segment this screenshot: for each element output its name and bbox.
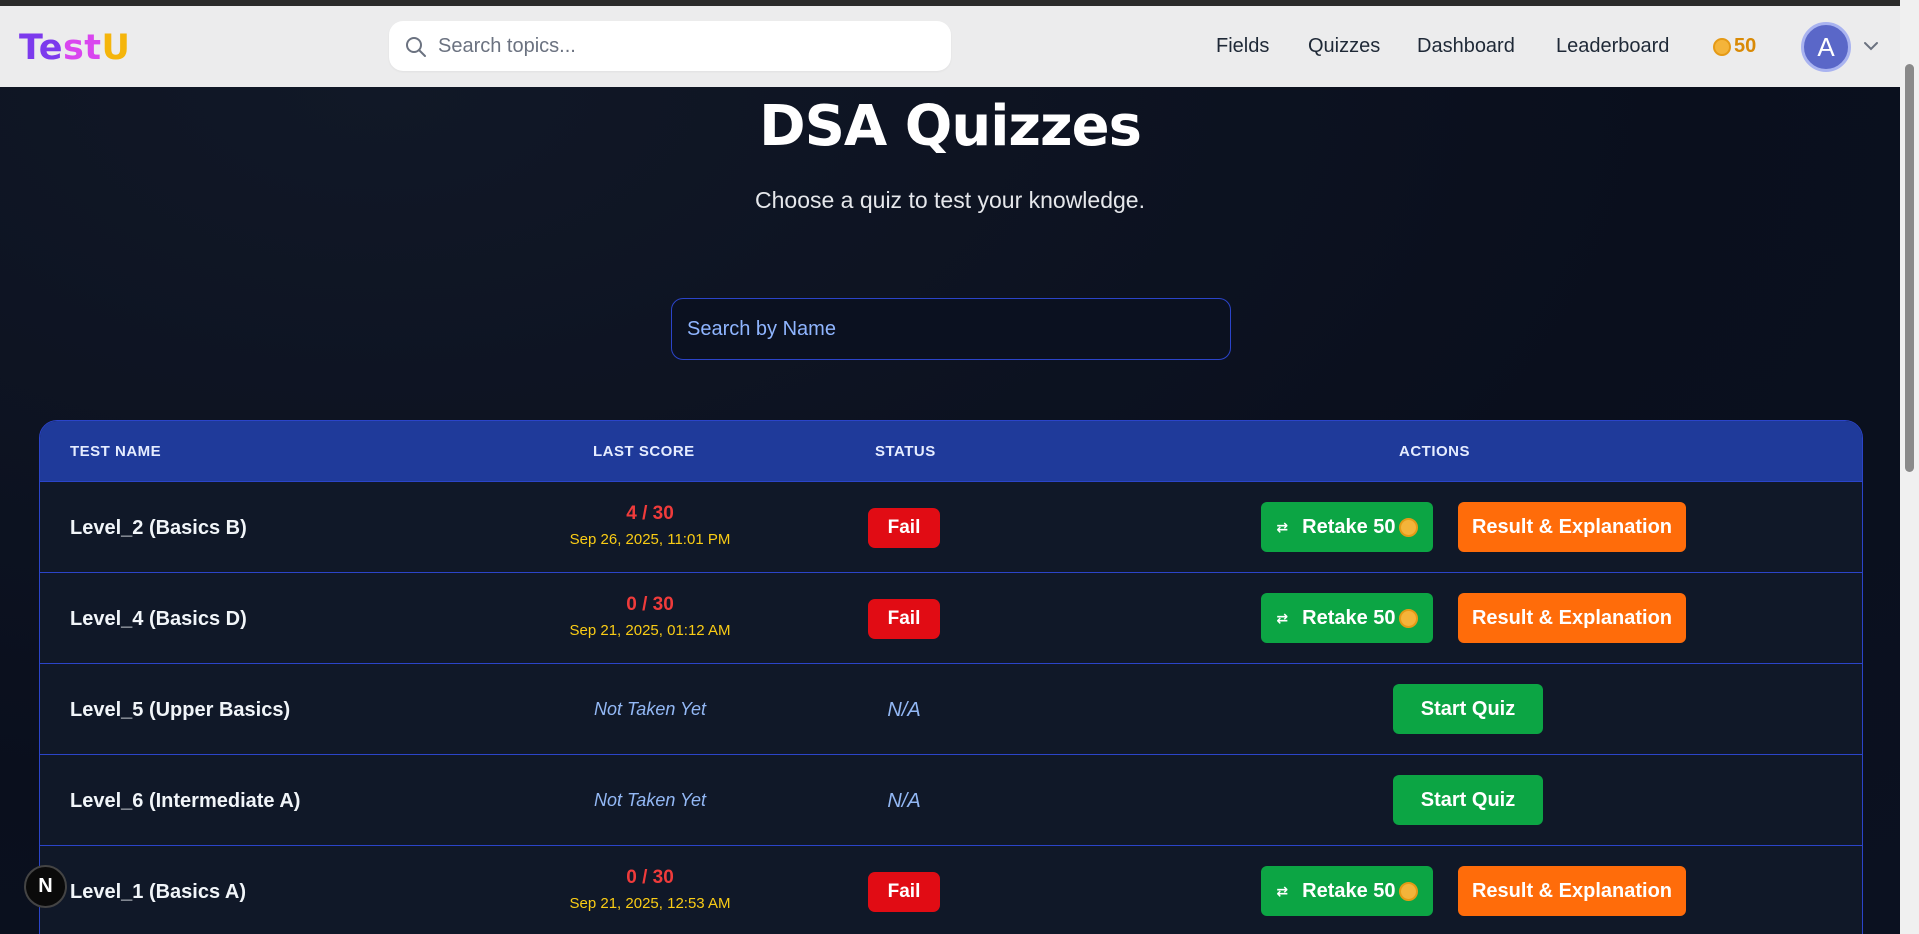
- header-actions: ACTIONS: [1399, 443, 1470, 460]
- score-value: 0 / 30: [626, 867, 674, 888]
- retake-icon: ⇄: [1276, 518, 1289, 535]
- coin-icon: [1398, 608, 1418, 628]
- search-icon: [406, 37, 426, 57]
- score-date: Sep 21, 2025, 12:53 AM: [569, 895, 731, 912]
- retake-button[interactable]: ⇄ Retake 50: [1261, 502, 1433, 552]
- status-badge: Fail: [868, 508, 940, 548]
- name-search-box: [671, 298, 1231, 360]
- table-row: Level_2 (Basics B) 4 / 30 Sep 26, 2025, …: [40, 482, 1862, 573]
- score-date: Sep 21, 2025, 01:12 AM: [569, 622, 731, 639]
- nav-link-fields[interactable]: Fields: [1216, 35, 1269, 58]
- nav-link-dashboard[interactable]: Dashboard: [1417, 35, 1515, 58]
- coin-icon: [1398, 881, 1418, 901]
- status-na: N/A: [887, 699, 921, 721]
- header-test-name: TEST NAME: [70, 443, 162, 460]
- score-not-taken: Not Taken Yet: [593, 699, 707, 719]
- test-name: Level_5 (Upper Basics): [70, 699, 291, 721]
- dev-tools-badge[interactable]: N: [24, 865, 67, 908]
- result-explanation-button[interactable]: Result & Explanation: [1458, 502, 1686, 552]
- coin-icon: [1713, 37, 1731, 56]
- chevron-down-icon[interactable]: [1863, 41, 1879, 51]
- header-status: STATUS: [875, 443, 936, 460]
- status-badge: Fail: [868, 872, 940, 912]
- test-name: Level_2 (Basics B): [70, 517, 247, 539]
- topic-search-input[interactable]: [438, 33, 928, 59]
- logo-part-1: Te: [19, 28, 63, 68]
- result-explanation-button[interactable]: Result & Explanation: [1458, 866, 1686, 916]
- name-search-input[interactable]: [687, 315, 1207, 343]
- result-explanation-button[interactable]: Result & Explanation: [1458, 593, 1686, 643]
- test-name: Level_1 (Basics A): [70, 881, 247, 903]
- coin-count: 50: [1734, 35, 1757, 57]
- avatar-letter: A: [1817, 31, 1835, 62]
- table-row: Level_4 (Basics D) 0 / 30 Sep 21, 2025, …: [40, 573, 1862, 664]
- retake-button[interactable]: ⇄ Retake 50: [1261, 593, 1433, 643]
- table-row: Level_5 (Upper Basics) Not Taken Yet N/A…: [40, 664, 1862, 755]
- score-value: 4 / 30: [626, 503, 674, 524]
- retake-button[interactable]: ⇄ Retake 50: [1261, 866, 1433, 916]
- main-content: DSA Quizzes Choose a quiz to test your k…: [0, 87, 1900, 934]
- retake-label: Retake 50: [1302, 879, 1396, 902]
- scrollbar-thumb[interactable]: [1905, 64, 1914, 472]
- start-quiz-button[interactable]: Start Quiz: [1393, 684, 1543, 734]
- status-na: N/A: [887, 790, 921, 812]
- quiz-table: TEST NAME LAST SCORE STATUS ACTIONS Leve…: [39, 420, 1863, 934]
- last-score-cell: 0 / 30 Sep 21, 2025, 01:12 AM: [500, 573, 800, 639]
- table-row: Level_1 (Basics A) 0 / 30 Sep 21, 2025, …: [40, 846, 1862, 934]
- page-subtitle: Choose a quiz to test your knowledge.: [755, 187, 1145, 213]
- retake-icon: ⇄: [1276, 609, 1289, 626]
- score-not-taken: Not Taken Yet: [593, 790, 707, 810]
- score-date: Sep 26, 2025, 11:01 PM: [569, 531, 731, 548]
- page-title: DSA Quizzes: [759, 94, 1142, 159]
- retake-icon: ⇄: [1276, 882, 1289, 899]
- user-avatar[interactable]: A: [1801, 22, 1851, 72]
- coin-icon: [1398, 517, 1418, 537]
- header-last-score: LAST SCORE: [593, 443, 695, 460]
- logo-part-3: U: [101, 28, 131, 68]
- navbar: TestU Fields Quizzes Dashboard Leaderboa…: [0, 6, 1900, 87]
- nav-link-leaderboard[interactable]: Leaderboard: [1556, 35, 1669, 58]
- logo-part-2: st: [62, 28, 102, 68]
- last-score-cell: 0 / 30 Sep 21, 2025, 12:53 AM: [500, 846, 800, 912]
- start-quiz-button[interactable]: Start Quiz: [1393, 775, 1543, 825]
- retake-label: Retake 50: [1302, 606, 1396, 629]
- brand-logo[interactable]: TestU: [19, 28, 130, 68]
- test-name: Level_6 (Intermediate A): [70, 790, 301, 812]
- table-header: TEST NAME LAST SCORE STATUS ACTIONS: [40, 421, 1862, 482]
- nav-link-quizzes[interactable]: Quizzes: [1308, 35, 1380, 58]
- last-score-cell: 4 / 30 Sep 26, 2025, 11:01 PM: [500, 482, 800, 548]
- table-row: Level_6 (Intermediate A) Not Taken Yet N…: [40, 755, 1862, 846]
- test-name: Level_4 (Basics D): [70, 608, 247, 630]
- coin-balance: 50: [1713, 35, 1756, 58]
- score-value: 0 / 30: [626, 594, 674, 615]
- status-badge: Fail: [868, 599, 940, 639]
- retake-label: Retake 50: [1302, 515, 1396, 538]
- topic-search-box: [389, 21, 951, 71]
